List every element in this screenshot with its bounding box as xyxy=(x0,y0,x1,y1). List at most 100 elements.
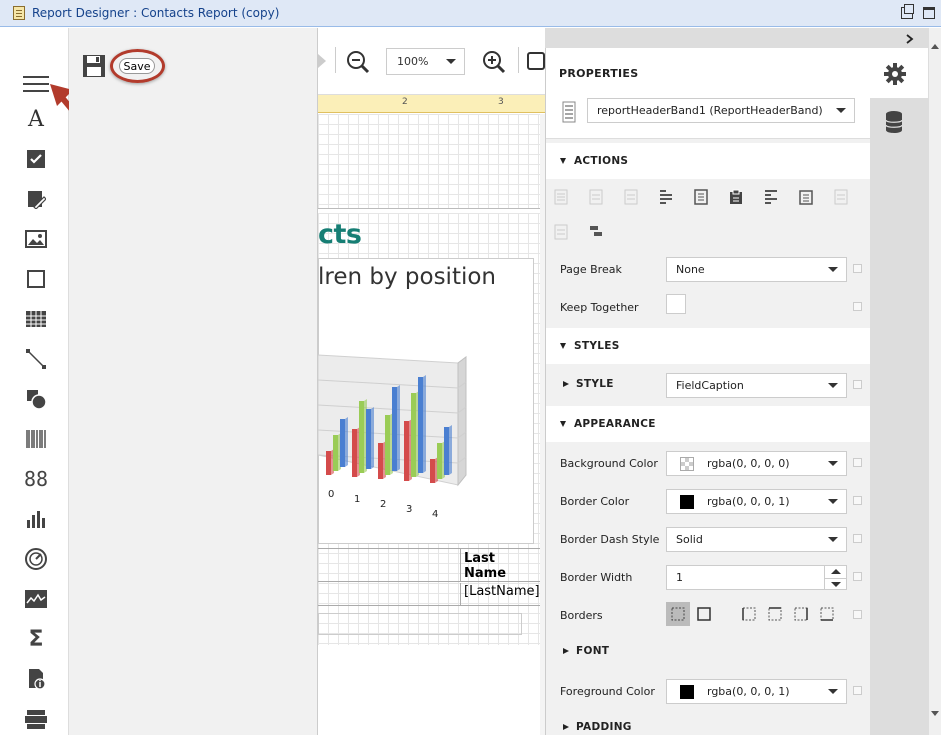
chart-bar xyxy=(444,427,449,475)
gauge-icon[interactable] xyxy=(22,545,50,573)
action-icon[interactable] xyxy=(729,189,743,205)
font-subsection[interactable]: FONT xyxy=(546,633,871,669)
borders-label: Borders xyxy=(560,609,603,622)
action-icon[interactable] xyxy=(694,189,708,205)
zoom-out-icon[interactable] xyxy=(346,50,370,74)
page-break-reset-checkbox[interactable] xyxy=(853,264,862,273)
color-swatch xyxy=(680,495,694,509)
database-icon[interactable] xyxy=(884,110,904,134)
maximize-window-icon[interactable] xyxy=(923,7,935,19)
action-icon[interactable] xyxy=(764,189,778,205)
actions-section[interactable]: ACTIONS xyxy=(546,143,871,179)
pageinfo-icon[interactable] xyxy=(22,665,50,693)
border-color-select[interactable]: rgba(0, 0, 0, 1) xyxy=(666,489,847,514)
chevron-right-icon[interactable] xyxy=(318,54,328,68)
preview-icon[interactable] xyxy=(527,52,545,70)
border-color-reset-checkbox[interactable] xyxy=(853,496,862,505)
action-icon[interactable] xyxy=(659,189,673,205)
action-icon[interactable] xyxy=(624,189,638,205)
action-icon[interactable] xyxy=(834,189,848,205)
design-surface[interactable]: 2 3 cts lren by position 0 1 2 3 4 Last Name… xyxy=(318,95,545,735)
border-width-value: 1 xyxy=(676,571,683,584)
chevron-down-icon xyxy=(828,461,838,466)
chevron-down-icon xyxy=(828,537,838,542)
border-dash-style-select[interactable]: Solid xyxy=(666,527,847,552)
border-width-label: Border Width xyxy=(560,571,633,584)
save-icon[interactable] xyxy=(82,54,106,78)
action-icon[interactable] xyxy=(799,189,813,205)
sparkline-icon[interactable] xyxy=(22,585,50,613)
chart-bar xyxy=(411,393,416,477)
border-all-icon[interactable] xyxy=(692,602,716,626)
barcode-icon[interactable] xyxy=(22,425,50,453)
background-color-reset-checkbox[interactable] xyxy=(853,458,862,467)
table-icon[interactable] xyxy=(22,305,50,333)
save-button[interactable]: Save xyxy=(119,58,155,74)
appearance-section[interactable]: APPEARANCE xyxy=(546,406,871,442)
right-tab-rail xyxy=(870,48,928,735)
style-reset-checkbox[interactable] xyxy=(853,380,862,389)
border-width-reset-checkbox[interactable] xyxy=(853,572,862,581)
summary-icon[interactable]: Σ xyxy=(22,625,50,653)
border-width-input[interactable]: 1 xyxy=(666,565,847,590)
table-header-cell[interactable]: Last Name xyxy=(460,548,540,582)
background-color-select[interactable]: rgba(0, 0, 0, 0) xyxy=(666,451,847,476)
border-none-icon[interactable] xyxy=(666,602,690,626)
character-comb-icon[interactable]: 88 xyxy=(22,465,50,493)
keep-together-checkbox[interactable] xyxy=(666,294,686,314)
border-bottom-icon[interactable] xyxy=(815,602,839,626)
main-scrollbar[interactable] xyxy=(928,28,941,735)
foreground-color-value: rgba(0, 0, 0, 1) xyxy=(707,685,790,698)
increment-icon[interactable] xyxy=(824,566,846,578)
chart-plot: 0 1 2 3 4 xyxy=(318,354,467,520)
chart-icon[interactable] xyxy=(22,505,50,533)
border-dash-style-reset-checkbox[interactable] xyxy=(853,534,862,543)
style-value: FieldCaption xyxy=(676,379,744,392)
triangle-down-icon xyxy=(560,421,566,427)
designer-menu-flyout: Save xyxy=(69,28,318,735)
border-left-icon[interactable] xyxy=(737,602,761,626)
action-icon[interactable] xyxy=(589,189,603,205)
toolbar-divider xyxy=(335,47,336,73)
zoom-in-icon[interactable] xyxy=(482,50,506,74)
action-icon[interactable] xyxy=(589,224,603,240)
scroll-up-icon[interactable] xyxy=(931,44,939,49)
line-icon[interactable] xyxy=(22,345,50,373)
top-margin-band[interactable] xyxy=(318,114,540,209)
border-top-icon[interactable] xyxy=(763,602,787,626)
scroll-down-icon[interactable] xyxy=(931,711,939,716)
foreground-color-select[interactable]: rgba(0, 0, 0, 1) xyxy=(666,679,847,704)
report-title-label[interactable]: cts xyxy=(318,219,362,250)
panel-icon[interactable] xyxy=(22,265,50,293)
border-right-icon[interactable] xyxy=(789,602,813,626)
subreport-icon[interactable] xyxy=(22,705,50,733)
ruler-tick: 3 xyxy=(498,97,504,107)
style-select[interactable]: FieldCaption xyxy=(666,373,847,398)
action-icon[interactable] xyxy=(554,224,568,240)
chart-tick-label: 4 xyxy=(432,509,438,520)
border-dash-style-value: Solid xyxy=(676,533,703,546)
properties-header: PROPERTIES xyxy=(546,48,871,96)
checkbox-icon[interactable] xyxy=(22,145,50,173)
shape-icon[interactable] xyxy=(22,385,50,413)
styles-section[interactable]: STYLES xyxy=(546,328,871,364)
table-cell[interactable]: [LastName] xyxy=(460,583,540,605)
action-icon[interactable] xyxy=(554,189,568,205)
component-select[interactable]: reportHeaderBand1 (ReportHeaderBand) xyxy=(587,98,855,123)
keep-together-reset-checkbox[interactable] xyxy=(853,302,862,311)
chart-bar xyxy=(359,401,364,473)
foreground-color-reset-checkbox[interactable] xyxy=(853,686,862,695)
chevron-right-icon[interactable] xyxy=(906,34,914,44)
zoom-select[interactable]: 100% xyxy=(386,48,465,75)
decrement-icon[interactable] xyxy=(824,578,846,590)
picture-icon[interactable] xyxy=(22,225,50,253)
actions-title: ACTIONS xyxy=(574,155,629,167)
page-break-select[interactable]: None xyxy=(666,257,847,282)
borders-reset-checkbox[interactable] xyxy=(853,610,862,619)
richtext-icon[interactable] xyxy=(22,185,50,213)
color-swatch xyxy=(680,457,694,471)
footer-band[interactable] xyxy=(318,613,522,635)
chevron-down-icon xyxy=(828,267,838,272)
restore-window-icon[interactable] xyxy=(901,4,914,19)
gear-icon[interactable] xyxy=(883,62,907,86)
